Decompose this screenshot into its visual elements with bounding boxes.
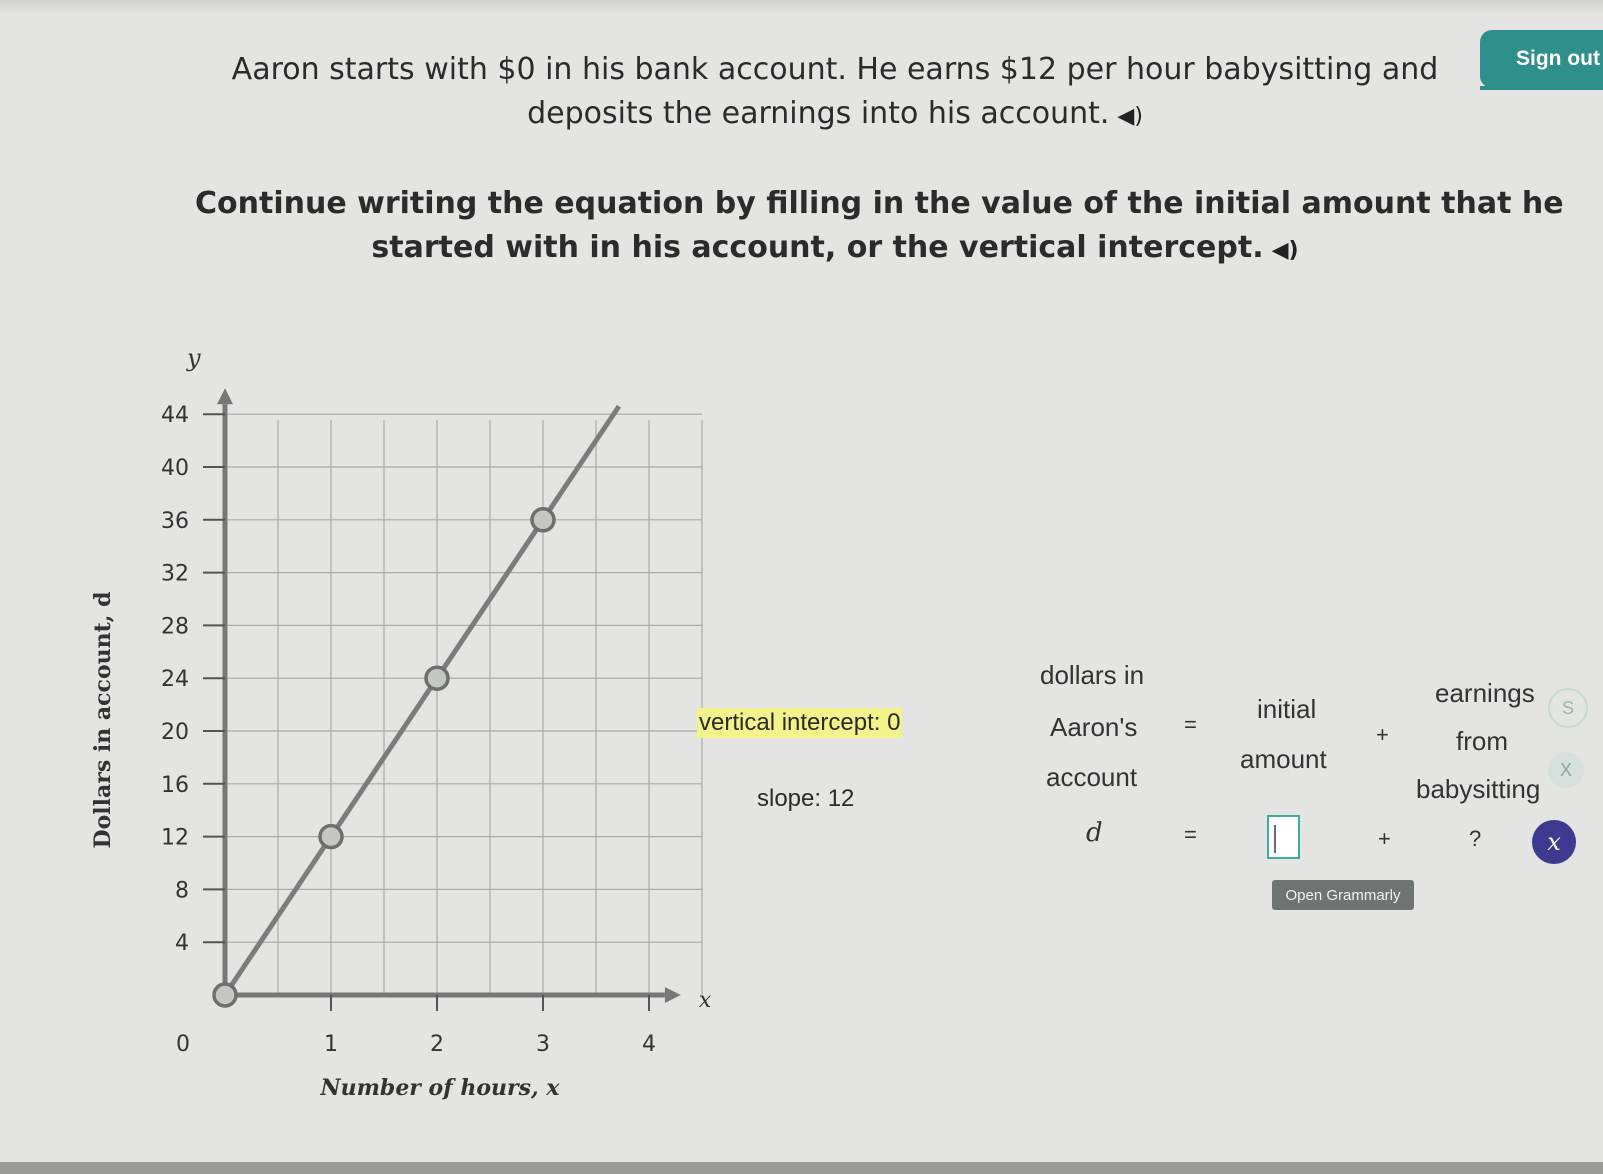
problem-line-2: deposits the earnings into his account.: [527, 96, 1110, 131]
x-tick-label: 4: [642, 1032, 656, 1057]
line-graph: 481216202428323640440 1 2 3 4xyNumber of hou…: [90, 344, 712, 1101]
y-axis-title: Dollars in account, d: [90, 592, 116, 849]
equation-word-babysitting: babysitting: [1416, 774, 1541, 804]
equation-plus-sign-2: +: [1378, 826, 1391, 851]
equation-placeholder: ?: [1469, 826, 1482, 851]
cut-icon-button[interactable]: X: [1548, 752, 1584, 788]
equation-word-aarons: Aaron's: [1050, 712, 1138, 742]
vertical-intercept-label: vertical intercept: 0: [697, 708, 903, 738]
open-grammarly-button[interactable]: Open Grammarly: [1272, 880, 1414, 910]
equation-variable-d: d: [1086, 818, 1103, 848]
y-tick-label: 32: [161, 562, 189, 587]
x-axis-name: x: [699, 988, 712, 1013]
y-tick-label: 8: [175, 878, 189, 903]
data-point: [318, 823, 344, 850]
text-cursor: [1274, 825, 1276, 853]
slope-label: slope: 12: [757, 785, 855, 812]
data-line: [222, 404, 622, 997]
y-tick-label: 20: [161, 720, 189, 745]
y-tick-label: 28: [161, 614, 189, 639]
data-point: [212, 982, 238, 1008]
dollar-icon-button[interactable]: S: [1548, 688, 1588, 728]
instruction-line-1: Continue writing the equation by filling…: [195, 186, 1564, 221]
y-axis-arrow: [217, 388, 233, 405]
y-tick-label: 4: [175, 931, 189, 956]
y-tick-label: 24: [161, 667, 189, 692]
browser-top-edge: [0, 0, 1603, 14]
x-tick-label: 3: [536, 1032, 550, 1057]
instruction-text: Continue writing the equation by filling…: [195, 182, 1564, 273]
instruction-line-2: started with in his account, or the vert…: [371, 230, 1264, 265]
header-accent-line: [1480, 86, 1603, 90]
equation-word-from: from: [1456, 726, 1508, 756]
problem-line-1: Aaron starts with $0 in his bank account…: [231, 52, 1439, 87]
x-tick-label: 2: [430, 1032, 444, 1057]
x-axis-title: Number of hours, x: [320, 1075, 561, 1101]
equation-plus-sign: +: [1376, 722, 1389, 747]
clear-button[interactable]: x: [1532, 820, 1576, 864]
y-axis-name: y: [186, 344, 201, 372]
sign-out-button[interactable]: Sign out: [1480, 30, 1603, 88]
initial-amount-input[interactable]: [1267, 815, 1300, 859]
data-point: [424, 665, 450, 691]
equation-word-earnings: earnings: [1435, 678, 1535, 708]
speaker-icon[interactable]: ◀): [1117, 104, 1143, 129]
equation-equals-sign-2: =: [1184, 822, 1197, 847]
x-tick-label: 1: [324, 1032, 338, 1057]
monitor-bottom-edge: [0, 1162, 1603, 1174]
x-axis-arrow: [664, 987, 681, 1003]
y-tick-label: 44: [161, 403, 189, 428]
problem-text: Aaron starts with $0 in his bank account…: [195, 48, 1475, 139]
y-tick-label: 16: [161, 773, 189, 798]
y-tick-label: 36: [161, 509, 189, 534]
equation-word-dollars-in: dollars in: [1040, 660, 1145, 690]
equation-word-initial: initial: [1257, 694, 1317, 724]
y-tick-label: 12: [161, 826, 189, 851]
y-tick-label: 40: [161, 456, 189, 481]
data-point: [530, 507, 556, 533]
equation-word-amount: amount: [1240, 744, 1327, 774]
equation-equals-sign: =: [1184, 712, 1197, 737]
x-tick-label: 0: [176, 1032, 190, 1057]
speaker-icon[interactable]: ◀): [1272, 238, 1299, 263]
equation-word-account: account: [1046, 762, 1138, 792]
